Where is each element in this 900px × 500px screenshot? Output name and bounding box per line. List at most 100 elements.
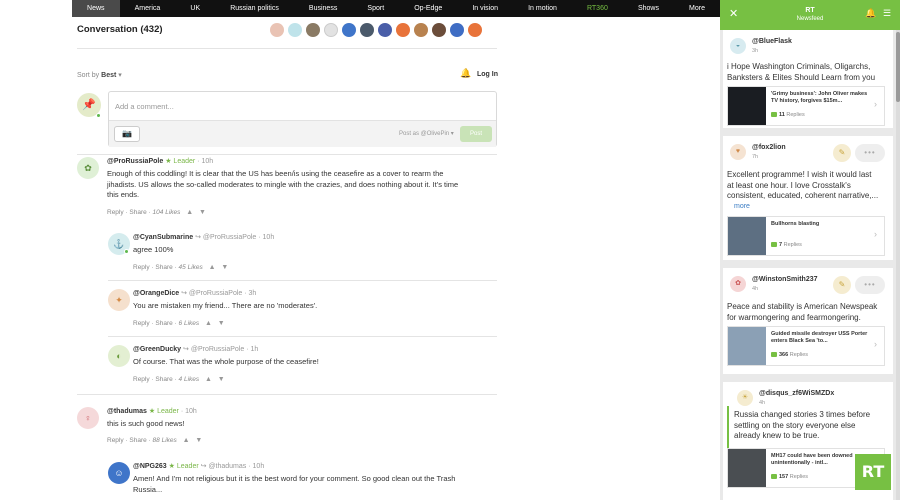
- card-text: i Hope Washington Criminals, Oligarchs, …: [727, 62, 876, 82]
- nav-item-russian-politics[interactable]: Russian politics: [215, 0, 294, 17]
- nav-item-uk[interactable]: UK: [175, 0, 215, 17]
- camera-icon[interactable]: 📷: [114, 126, 140, 142]
- card-time: 4h: [752, 286, 759, 292]
- article-link[interactable]: Guided missile destroyer USS Porter ente…: [727, 326, 885, 366]
- thumbs-up-icon[interactable]: ▲: [205, 376, 212, 383]
- avatar[interactable]: ◐: [108, 345, 130, 367]
- like-count: 104 Likes: [152, 209, 181, 216]
- nav-item-news[interactable]: News: [72, 0, 120, 17]
- reply-to[interactable]: @thadumas: [208, 463, 246, 470]
- avatar[interactable]: [432, 23, 446, 37]
- more-options-icon[interactable]: •••: [855, 276, 885, 294]
- thumbs-down-icon[interactable]: ▼: [221, 264, 228, 271]
- reply-button[interactable]: Reply: [133, 376, 150, 383]
- reply-button[interactable]: Reply: [107, 209, 124, 216]
- comment-body: You are mistaken my friend... There are …: [133, 301, 318, 310]
- post-button[interactable]: Post: [460, 126, 492, 142]
- thumbs-down-icon[interactable]: ▼: [218, 376, 225, 383]
- pencil-icon[interactable]: ✎: [833, 276, 851, 294]
- thumbs-up-icon[interactable]: ▲: [186, 209, 193, 216]
- avatar[interactable]: ✦: [108, 289, 130, 311]
- comment-author[interactable]: @ProRussiaPole: [107, 158, 163, 165]
- nav-item-shows[interactable]: Shows: [623, 0, 674, 17]
- sidebar-scrollbar[interactable]: [896, 30, 900, 500]
- article-link[interactable]: Bullhorns blasting 7 Replies ›: [727, 216, 885, 256]
- post-as-selector[interactable]: Post as @OlivePin ▾: [399, 130, 454, 137]
- avatar[interactable]: [414, 23, 428, 37]
- card-author[interactable]: @BlueFlask: [752, 38, 792, 45]
- card-author[interactable]: @fox2lion: [752, 144, 786, 151]
- thumbs-down-icon[interactable]: ▼: [195, 437, 202, 444]
- login-button[interactable]: Log In: [477, 71, 498, 78]
- avatar[interactable]: [306, 23, 320, 37]
- share-button[interactable]: Share: [155, 264, 172, 271]
- thumbs-up-icon[interactable]: ▲: [209, 264, 216, 271]
- rt-logo[interactable]: RT: [855, 454, 891, 490]
- avatar[interactable]: [396, 23, 410, 37]
- bell-icon[interactable]: 🔔: [865, 8, 876, 19]
- comment-time: 1h: [250, 346, 259, 353]
- avatar[interactable]: ✿: [730, 276, 746, 292]
- share-button[interactable]: Share: [129, 437, 146, 444]
- comment-author[interactable]: @OrangeDice: [133, 290, 179, 297]
- reply-button[interactable]: Reply: [107, 437, 124, 444]
- card-time: 3h: [752, 48, 759, 54]
- avatar[interactable]: [450, 23, 464, 37]
- nav-item-business[interactable]: Business: [294, 0, 352, 17]
- article-title: Guided missile destroyer USS Porter ente…: [771, 331, 868, 344]
- avatar[interactable]: [378, 23, 392, 37]
- share-button[interactable]: Share: [155, 320, 172, 327]
- thumbs-down-icon[interactable]: ▼: [218, 320, 225, 327]
- reply-to[interactable]: @ProRussiaPole: [203, 234, 256, 241]
- avatar[interactable]: ◒: [730, 38, 746, 54]
- avatar[interactable]: ✿: [77, 157, 99, 179]
- comment-composer: Add a comment... 📷 Post as @OlivePin ▾ P…: [108, 91, 497, 147]
- card-author[interactable]: @disqus_zf6WiSMZDx: [759, 390, 834, 397]
- card-author[interactable]: @WinstonSmith237: [752, 276, 818, 283]
- article-link[interactable]: 'Grimy business': John Oliver makes TV h…: [727, 86, 885, 126]
- comment-author[interactable]: @GreenDucky: [133, 346, 181, 353]
- nav-item-sport[interactable]: Sport: [352, 0, 399, 17]
- comment-author[interactable]: @CyanSubmarine: [133, 234, 193, 241]
- avatar[interactable]: [342, 23, 356, 37]
- nav-item-in-vision[interactable]: In vision: [457, 0, 513, 17]
- comment-author[interactable]: @thadumas: [107, 408, 147, 415]
- avatar[interactable]: ☀: [737, 390, 753, 406]
- reply-button[interactable]: Reply: [133, 264, 150, 271]
- thumbs-up-icon[interactable]: ▲: [183, 437, 190, 444]
- article-title: Bullhorns blasting: [771, 221, 820, 227]
- nav-item-more[interactable]: More: [674, 0, 720, 17]
- article-thumbnail: [728, 327, 766, 365]
- share-button[interactable]: Share: [155, 376, 172, 383]
- scrollbar-thumb[interactable]: [896, 32, 900, 102]
- pencil-icon[interactable]: ✎: [833, 144, 851, 162]
- avatar[interactable]: ♀: [77, 407, 99, 429]
- nav-item-in-motion[interactable]: In motion: [513, 0, 572, 17]
- nav-item-rt360[interactable]: RT360: [572, 0, 623, 17]
- avatar[interactable]: [324, 23, 338, 37]
- reply-button[interactable]: Reply: [133, 320, 150, 327]
- menu-icon[interactable]: ☰: [883, 8, 891, 19]
- comment-input[interactable]: Add a comment...: [115, 102, 174, 111]
- card-text: Peace and stability is American Newspeak…: [727, 302, 878, 322]
- thumbs-down-icon[interactable]: ▼: [199, 209, 206, 216]
- avatar[interactable]: ☺: [108, 462, 130, 484]
- avatar[interactable]: [270, 23, 284, 37]
- comment-time: 10h: [201, 158, 214, 165]
- nav-item-america[interactable]: America: [120, 0, 176, 17]
- thumbs-up-icon[interactable]: ▲: [205, 320, 212, 327]
- comment: ✦ @OrangeDice ↪ @ProRussiaPole · 3h You …: [108, 289, 498, 335]
- avatar[interactable]: [468, 23, 482, 37]
- bell-icon[interactable]: 🔔: [460, 68, 471, 79]
- more-link[interactable]: more: [734, 203, 750, 210]
- share-button[interactable]: Share: [129, 209, 146, 216]
- comment-author[interactable]: @NPG263: [133, 463, 167, 470]
- sort-control[interactable]: Sort by Best ▾: [77, 71, 122, 79]
- reply-to[interactable]: @ProRussiaPole: [191, 346, 244, 353]
- more-options-icon[interactable]: •••: [855, 144, 885, 162]
- avatar[interactable]: ♥: [730, 144, 746, 160]
- reply-to[interactable]: @ProRussiaPole: [189, 290, 242, 297]
- avatar[interactable]: [360, 23, 374, 37]
- nav-item-op-edge[interactable]: Op-Edge: [399, 0, 457, 17]
- avatar[interactable]: [288, 23, 302, 37]
